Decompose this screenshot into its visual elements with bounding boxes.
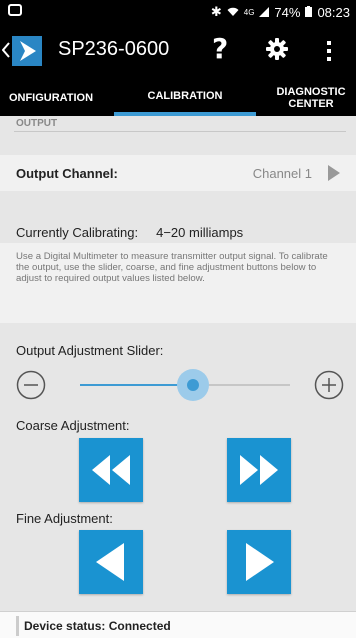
clock: 08:23 [317,4,350,20]
slider-thumb-center [187,379,199,391]
chat-icon [8,4,22,16]
slider-label: Output Adjustment Slider: [16,343,164,358]
slider-fill [80,384,185,386]
output-channel-label: Output Channel: [16,166,118,181]
section-divider [14,131,346,132]
overflow-menu-button[interactable] [326,40,332,67]
device-status-text: Device status: Connected [24,619,171,633]
fast-forward-icon [240,455,278,485]
coarse-increase-button[interactable] [227,438,291,502]
fine-increase-button[interactable] [227,530,291,594]
decrease-button[interactable] [16,370,46,405]
fine-decrease-button[interactable] [79,530,143,594]
output-channel-value: Channel 1 [252,166,312,181]
slider-thumb[interactable] [177,369,209,401]
logo-icon [12,36,42,66]
wifi-icon [227,5,239,20]
tab-bar: ONFIGURATION CALIBRATION DIAGNOSTIC CENT… [0,80,356,116]
minus-circle-icon [16,370,46,400]
instructions-text: Use a Digital Multimeter to measure tran… [0,243,356,323]
app-logo [12,36,42,66]
output-channel-row[interactable]: Output Channel: Channel 1 [0,155,356,191]
calibrating-info: Currently Calibrating: 4−20 milliamps [16,225,243,240]
triangle-right-icon [246,543,274,581]
network-type: 4G [243,7,255,17]
status-indicator [16,616,19,636]
coarse-decrease-button[interactable] [79,438,143,502]
device-status-bar: Device status: Connected [0,611,356,638]
rewind-icon [92,455,130,485]
section-header: OUTPUT [0,116,356,132]
increase-button[interactable] [314,370,344,405]
bluetooth-icon: ✱ [210,4,222,19]
tab-diagnostic-center[interactable]: DIAGNOSTIC CENTER [266,80,356,116]
tab-calibration[interactable]: CALIBRATION [114,80,256,116]
more-vertical-icon [327,41,331,61]
play-arrow-icon [328,165,340,186]
app-bar: SP236-0600 ? [0,24,356,80]
plus-circle-icon [314,370,344,400]
coarse-adjustment-label: Coarse Adjustment: [16,418,130,433]
settings-button[interactable] [266,38,288,65]
battery-icon [305,5,313,20]
chevron-left-icon [2,42,10,58]
help-button[interactable]: ? [212,32,228,65]
app-title: SP236-0600 [58,38,170,60]
signal-icon [259,5,270,20]
calibrating-value: 4−20 milliamps [156,225,244,240]
calibrating-label: Currently Calibrating: [16,225,139,240]
system-status-bar: ✱ 4G 74% 08:23 [0,0,356,24]
section-title: OUTPUT [16,118,58,129]
gear-icon [266,38,288,60]
fine-adjustment-label: Fine Adjustment: [16,511,113,526]
battery-percent: 74% [274,4,301,20]
tab-configuration[interactable]: ONFIGURATION [0,80,106,116]
triangle-left-icon [96,543,124,581]
status-icons: ✱ 4G 74% 08:23 [211,4,350,20]
